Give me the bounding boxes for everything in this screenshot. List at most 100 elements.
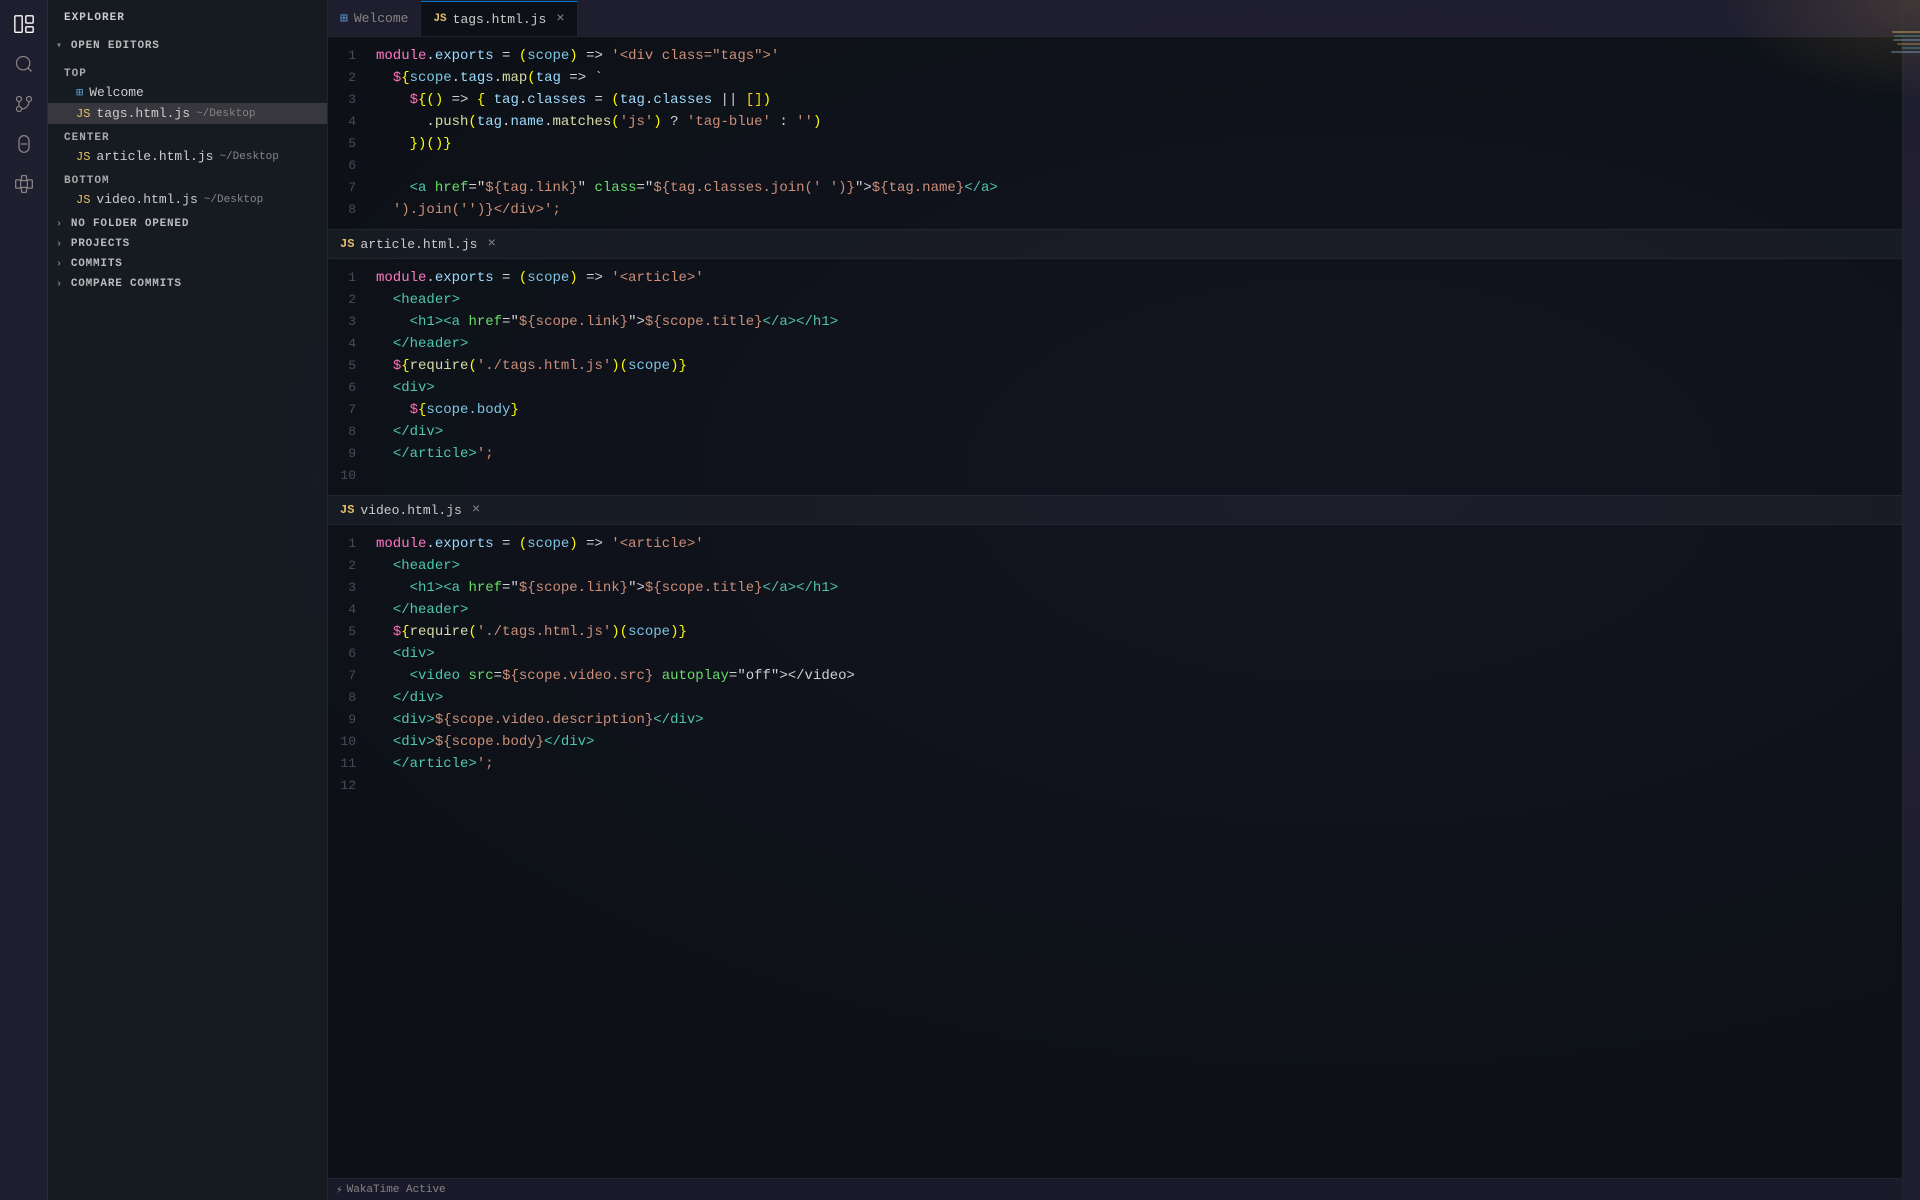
code-line: 2 ${scope.tags.map(tag => ` <box>328 67 1902 89</box>
code-line: 5 })()} <box>328 133 1902 155</box>
js-tab-icon: JS <box>433 13 446 25</box>
line-number: 8 <box>328 687 376 709</box>
code-line: 10 <div>${scope.body}</div> <box>328 731 1902 753</box>
tab-tags[interactable]: JS tags.html.js × <box>421 1 577 36</box>
minimap-line <box>1897 43 1920 45</box>
file-path: ~/Desktop <box>219 151 278 163</box>
line-number: 2 <box>328 555 376 577</box>
code-line: 9 <div>${scope.video.description}</div> <box>328 709 1902 731</box>
code-line: 7 <a href="${tag.link}" class="${tag.cla… <box>328 177 1902 199</box>
code-line: 12 <box>328 775 1902 797</box>
close-button[interactable]: × <box>487 236 495 252</box>
welcome-tab-icon: ⊞ <box>340 11 348 26</box>
top-label: TOP <box>48 60 327 82</box>
line-content: })()} <box>376 133 1882 155</box>
line-number: 8 <box>328 199 376 221</box>
line-number: 9 <box>328 709 376 731</box>
welcome-icon: ⊞ <box>76 85 83 100</box>
code-line: 6 <div> <box>328 377 1902 399</box>
line-content: <div>${scope.body}</div> <box>376 731 1882 753</box>
code-line: 3 <h1><a href="${scope.link}">${scope.ti… <box>328 577 1902 599</box>
file-item-article[interactable]: JS article.html.js ~/Desktop <box>48 146 327 167</box>
main-content: ⊞ Welcome JS tags.html.js × 1 module.exp… <box>328 0 1902 1200</box>
file-name: article.html.js <box>96 149 213 164</box>
code-line: 10 <box>328 465 1902 487</box>
line-content: <header> <box>376 289 1882 311</box>
minimap-line <box>1891 51 1920 53</box>
minimap-line <box>1902 47 1920 49</box>
code-line: 5 ${require('./tags.html.js')(scope)} <box>328 355 1902 377</box>
line-number: 4 <box>328 111 376 133</box>
line-content: <header> <box>376 555 1882 577</box>
tab-welcome[interactable]: ⊞ Welcome <box>328 1 421 36</box>
code-line: 8 </div> <box>328 421 1902 443</box>
tab-label: Welcome <box>354 11 409 26</box>
line-number: 1 <box>328 45 376 67</box>
line-number: 7 <box>328 177 376 199</box>
code-line: 3 <h1><a href="${scope.link}">${scope.ti… <box>328 311 1902 333</box>
line-content: <h1><a href="${scope.link}">${scope.titl… <box>376 311 1882 333</box>
minimap-line <box>1894 35 1920 37</box>
line-number: 5 <box>328 133 376 155</box>
line-number: 7 <box>328 399 376 421</box>
code-section-video: JS video.html.js × 1 module.exports = (s… <box>328 495 1902 805</box>
tab-bar: ⊞ Welcome JS tags.html.js × <box>328 0 1902 37</box>
code-block: 1 module.exports = (scope) => '<article>… <box>328 259 1902 495</box>
file-item-video[interactable]: JS video.html.js ~/Desktop <box>48 189 327 210</box>
chevron-down-icon: ▾ <box>56 40 63 52</box>
code-line: 7 ${scope.body} <box>328 399 1902 421</box>
line-content: ').join('')}</div>'; <box>376 199 1882 221</box>
article-filename: article.html.js <box>360 237 477 252</box>
file-item-welcome[interactable]: ⊞ Welcome <box>48 82 327 103</box>
wakatime-status: ⚡ WakaTime Active <box>336 1183 446 1197</box>
line-content: </header> <box>376 333 1882 355</box>
no-folder-label: NO FOLDER OPENED <box>71 218 189 230</box>
line-number: 8 <box>328 421 376 443</box>
line-number: 4 <box>328 333 376 355</box>
code-line: 2 <header> <box>328 289 1902 311</box>
line-number: 3 <box>328 577 376 599</box>
status-bar: ⚡ WakaTime Active <box>328 1178 1902 1200</box>
minimap-line <box>1892 31 1920 33</box>
chevron-right-icon: › <box>56 239 63 250</box>
editor-area[interactable]: 1 module.exports = (scope) => '<div clas… <box>328 37 1902 1178</box>
debug-icon[interactable] <box>8 128 40 160</box>
line-content: <div>${scope.video.description}</div> <box>376 709 1882 731</box>
file-item-tags[interactable]: JS tags.html.js ~/Desktop <box>48 103 327 124</box>
line-number: 10 <box>328 465 376 487</box>
line-content: <h1><a href="${scope.link}">${scope.titl… <box>376 577 1882 599</box>
line-content: </header> <box>376 599 1882 621</box>
line-content: module.exports = (scope) => '<article>' <box>376 533 1882 555</box>
js-file-icon: JS <box>76 193 90 207</box>
center-label: CENTER <box>48 124 327 146</box>
line-content: <div> <box>376 643 1882 665</box>
compare-commits-group[interactable]: › COMPARE COMMITS <box>48 274 327 294</box>
extensions-icon[interactable] <box>8 168 40 200</box>
tab-close-button[interactable]: × <box>556 11 564 27</box>
open-editors-group[interactable]: ▾ OPEN EDITORS <box>48 36 327 56</box>
commits-group[interactable]: › COMMITS <box>48 254 327 274</box>
js-icon: JS <box>340 237 354 251</box>
commits-label: COMMITS <box>71 258 123 270</box>
code-line: 8 </div> <box>328 687 1902 709</box>
line-number: 1 <box>328 533 376 555</box>
js-file-icon: JS <box>76 150 90 164</box>
projects-group[interactable]: › PROJECTS <box>48 234 327 254</box>
explorer-icon[interactable] <box>8 8 40 40</box>
line-content: <div> <box>376 377 1882 399</box>
code-line: 7 <video src=${scope.video.src} autoplay… <box>328 665 1902 687</box>
open-editors-section: TOP ⊞ Welcome JS tags.html.js ~/Desktop … <box>48 56 327 214</box>
file-header-article: JS article.html.js × <box>328 229 1902 259</box>
compare-commits-label: COMPARE COMMITS <box>71 278 182 290</box>
no-folder-group[interactable]: › NO FOLDER OPENED <box>48 214 327 234</box>
code-section-tags: 1 module.exports = (scope) => '<div clas… <box>328 37 1902 229</box>
code-line: 1 module.exports = (scope) => '<div clas… <box>328 45 1902 67</box>
close-button[interactable]: × <box>472 502 480 518</box>
js-file-icon: JS <box>76 107 90 121</box>
line-content: ${scope.tags.map(tag => ` <box>376 67 1882 89</box>
code-block: 1 module.exports = (scope) => '<article>… <box>328 525 1902 805</box>
search-icon[interactable] <box>8 48 40 80</box>
line-number: 11 <box>328 753 376 775</box>
git-icon[interactable] <box>8 88 40 120</box>
code-line: 1 module.exports = (scope) => '<article>… <box>328 533 1902 555</box>
